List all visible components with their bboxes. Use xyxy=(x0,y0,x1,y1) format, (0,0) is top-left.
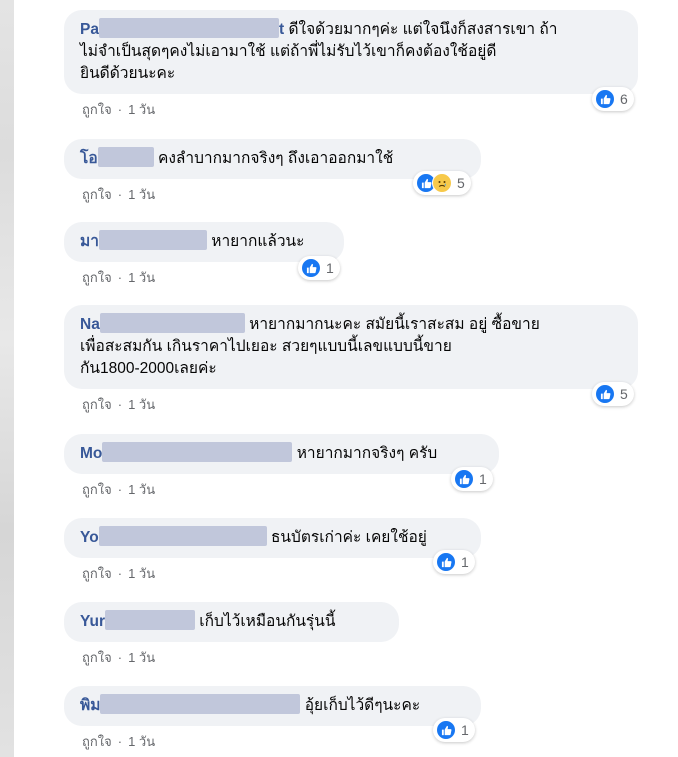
separator: · xyxy=(117,734,123,749)
separator: · xyxy=(117,397,123,412)
comment-bubble: Pa t ดีใจด้วยมากๆค่ะ แต่ใจนึงก็สงสารเขา ถ… xyxy=(64,10,638,94)
comment-text: Pa t ดีใจด้วยมากๆค่ะ แต่ใจนึงก็สงสารเขา ถ… xyxy=(80,18,622,41)
comment-text: Mo หายากมากจริงๆ ครับ xyxy=(80,442,483,465)
timestamp[interactable]: 1 วัน xyxy=(128,482,155,497)
reactions-badge[interactable]: 1 xyxy=(451,467,493,491)
comment-bubble: มา หายากแล้วนะ xyxy=(64,222,344,262)
comment-text-line: เพื่อสะสมกัน เกินราคาไปเยอะ สวยๆแบบนี้เล… xyxy=(80,338,452,355)
comment-meta: ถูกใจ · 1 วัน xyxy=(82,267,155,288)
comment-bubble: พิม อุ้ยเก็บไว้ดีๆนะคะ xyxy=(64,686,481,726)
reaction-count: 1 xyxy=(461,554,469,570)
comment-meta: ถูกใจ · 1 วัน xyxy=(82,563,155,584)
commenter-name[interactable]: Na xyxy=(80,313,245,333)
comment-text: โอ คงลำบากมากจริงๆ ถึงเอาออกมาใช้ xyxy=(80,147,465,170)
comment-text: Na หายากมากนะคะ สมัยนี้เราสะสม อยู่ ซื้อ… xyxy=(80,313,622,336)
reaction-count: 5 xyxy=(457,175,465,191)
comment-text: Yo ธนบัตรเก่าค่ะ เคยใช้อยู่ xyxy=(80,526,465,549)
redacted-name xyxy=(98,526,267,546)
comment-text: Yur เก็บไว้เหมือนกันรุ่นนี้ xyxy=(80,610,383,633)
reactions-badge[interactable]: 1 xyxy=(433,718,475,742)
reactions-badge[interactable]: 1 xyxy=(433,550,475,574)
commenter-name[interactable]: Mo xyxy=(80,442,293,462)
comment-meta: ถูกใจ · 1 วัน xyxy=(82,394,155,415)
like-link[interactable]: ถูกใจ xyxy=(82,566,112,581)
redacted-name xyxy=(97,147,154,167)
redacted-name xyxy=(104,610,195,630)
timestamp[interactable]: 1 วัน xyxy=(128,270,155,285)
commenter-name[interactable]: Yo xyxy=(80,526,267,546)
comment-text: มา หายากแล้วนะ xyxy=(80,230,328,253)
reaction-count: 1 xyxy=(461,722,469,738)
timestamp[interactable]: 1 วัน xyxy=(128,397,155,412)
comment-meta: ถูกใจ · 1 วัน xyxy=(82,479,155,500)
like-link[interactable]: ถูกใจ xyxy=(82,734,112,749)
comment-bubble: Yo ธนบัตรเก่าค่ะ เคยใช้อยู่ xyxy=(64,518,481,558)
like-link[interactable]: ถูกใจ xyxy=(82,270,112,285)
reaction-count: 1 xyxy=(326,260,334,276)
separator: · xyxy=(117,270,123,285)
commenter-name[interactable]: มา xyxy=(80,230,207,250)
like-icon xyxy=(595,384,615,404)
commenter-name[interactable]: Pa t xyxy=(80,18,284,38)
separator: · xyxy=(117,650,123,665)
commenter-name[interactable]: พิม xyxy=(80,694,301,714)
timestamp[interactable]: 1 วัน xyxy=(128,734,155,749)
comment-bubble: Mo หายากมากจริงๆ ครับ xyxy=(64,434,499,474)
like-icon xyxy=(301,258,321,278)
like-icon xyxy=(436,552,456,572)
like-link[interactable]: ถูกใจ xyxy=(82,650,112,665)
comment-meta: ถูกใจ · 1 วัน xyxy=(82,647,155,668)
comment-text-line: กัน1800-2000เลยค่ะ xyxy=(80,360,217,377)
like-link[interactable]: ถูกใจ xyxy=(82,482,112,497)
timestamp[interactable]: 1 วัน xyxy=(128,102,155,117)
like-link[interactable]: ถูกใจ xyxy=(82,397,112,412)
like-link[interactable]: ถูกใจ xyxy=(82,187,112,202)
timestamp[interactable]: 1 วัน xyxy=(128,650,155,665)
reactions-badge[interactable]: 1 xyxy=(298,256,340,280)
comment-meta: ถูกใจ · 1 วัน xyxy=(82,99,155,120)
comment-bubble: Yur เก็บไว้เหมือนกันรุ่นนี้ xyxy=(64,602,399,642)
timestamp[interactable]: 1 วัน xyxy=(128,566,155,581)
reactions-badge[interactable]: 5 xyxy=(592,382,634,406)
like-link[interactable]: ถูกใจ xyxy=(82,102,112,117)
comment-meta: ถูกใจ · 1 วัน xyxy=(82,731,155,752)
reaction-count: 5 xyxy=(620,386,628,402)
redacted-name xyxy=(99,313,245,333)
comment-meta: ถูกใจ · 1 วัน xyxy=(82,184,155,205)
reaction-count: 1 xyxy=(479,471,487,487)
timestamp[interactable]: 1 วัน xyxy=(128,187,155,202)
commenter-name[interactable]: โอ xyxy=(80,147,154,167)
like-icon xyxy=(454,469,474,489)
redacted-name xyxy=(100,694,301,714)
separator: · xyxy=(117,482,123,497)
like-icon xyxy=(595,89,615,109)
comment-text-line: ยินดีด้วยนะคะ xyxy=(80,65,176,82)
reaction-count: 6 xyxy=(620,91,628,107)
reactions-badge[interactable]: 5 xyxy=(413,171,471,195)
like-icon xyxy=(436,720,456,740)
sad-icon xyxy=(432,173,452,193)
reactions-badge[interactable]: 6 xyxy=(592,87,634,111)
commenter-name[interactable]: Yur xyxy=(80,610,195,630)
redacted-name xyxy=(102,442,293,462)
separator: · xyxy=(117,102,123,117)
comment-bubble: Na หายากมากนะคะ สมัยนี้เราสะสม อยู่ ซื้อ… xyxy=(64,305,638,389)
background-strip xyxy=(0,0,14,757)
separator: · xyxy=(117,566,123,581)
separator: · xyxy=(117,187,123,202)
comment-text: พิม อุ้ยเก็บไว้ดีๆนะคะ xyxy=(80,694,465,717)
redacted-name xyxy=(98,230,207,250)
redacted-name xyxy=(98,18,279,38)
comment-text-line: ไม่จำเป็นสุดๆคงไม่เอามาใช้ แต่ถ้าพี่ไม่ร… xyxy=(80,43,497,60)
